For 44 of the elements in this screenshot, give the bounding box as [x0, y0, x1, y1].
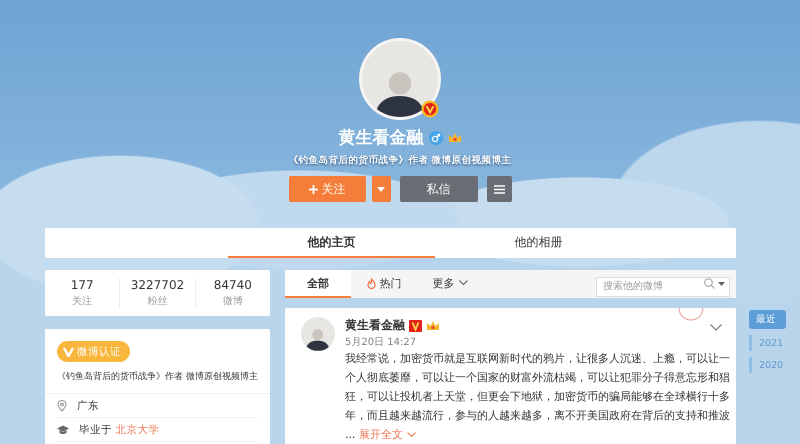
message-button[interactable]: 私信 [400, 176, 478, 202]
nav-tab[interactable]: 他的相册 [435, 228, 642, 258]
stat-value: 3227702 [130, 278, 184, 292]
feed-tab[interactable]: 全部 [285, 270, 351, 298]
caret-icon [718, 282, 725, 286]
plus-icon [308, 184, 318, 194]
feed-tab[interactable]: 更多 [417, 270, 483, 298]
post-time: 5月20日 14:27 [345, 336, 418, 349]
crown-icon [426, 320, 440, 332]
feed-tab[interactable]: 热门 [351, 270, 417, 298]
expand-link[interactable]: 展开全文 [358, 425, 416, 444]
nav-tab[interactable]: 他的主页 [228, 228, 435, 258]
graduation-cap-icon [57, 424, 69, 434]
badge-label: 微博认证 [77, 344, 121, 358]
ellipsis: ... [345, 428, 356, 441]
menu-button[interactable] [486, 176, 512, 202]
timeline-item[interactable]: 最近 [749, 310, 786, 329]
verification-description: 《钓鱼岛背后的货币战争》作者 微博原创视频博主 [45, 362, 270, 394]
stat-label: 微博 [222, 294, 243, 308]
stat-value: 84740 [214, 278, 252, 292]
stat-label: 粉丝 [147, 294, 168, 308]
profile-name: 黄生看金融 [338, 127, 424, 149]
flame-icon [366, 278, 376, 288]
stat-value: 177 [70, 278, 94, 292]
school-link[interactable]: 北京大学 [115, 424, 160, 436]
info-text: 广东 [77, 398, 99, 412]
v-icon [63, 346, 74, 356]
profile-bio: 《钓鱼岛背后的货币战争》作者 微博原创视频博主 [288, 154, 512, 167]
chevron-down-icon [406, 432, 416, 438]
dropdown-button[interactable] [372, 176, 390, 202]
v-badge-icon [409, 320, 422, 332]
search-icon [704, 278, 715, 289]
stat-label: 关注 [72, 294, 92, 308]
menu-icon [494, 184, 504, 194]
follow-button[interactable]: 关注 [288, 176, 366, 202]
search-field[interactable]: 搜索他的微博 [596, 276, 730, 296]
crown-icon [448, 132, 462, 144]
chevron-down-icon[interactable] [710, 324, 722, 331]
post-author: 黄生看金融 [345, 317, 405, 334]
chevron-down-icon [458, 280, 468, 286]
info-text: 毕业于 北京大学 [79, 422, 160, 436]
post-text: 我经常说，加密货币就是互联网新时代的鸦片，让很多人沉迷、上瘾，可以让一个人彻底萎靡，可以让一个国家的财富外流枯竭，可以让犯罪分子得意忘形和猖狂，可以让投机者上天堂，但更会下地狱，加密货币的骗局能够在全球横行十多年，而且越来越流行，参与的人越来越多，离不开美国政府在背后的支持和推波 [345, 351, 731, 424]
location-pin-icon [57, 400, 67, 412]
caret-icon [377, 186, 385, 192]
